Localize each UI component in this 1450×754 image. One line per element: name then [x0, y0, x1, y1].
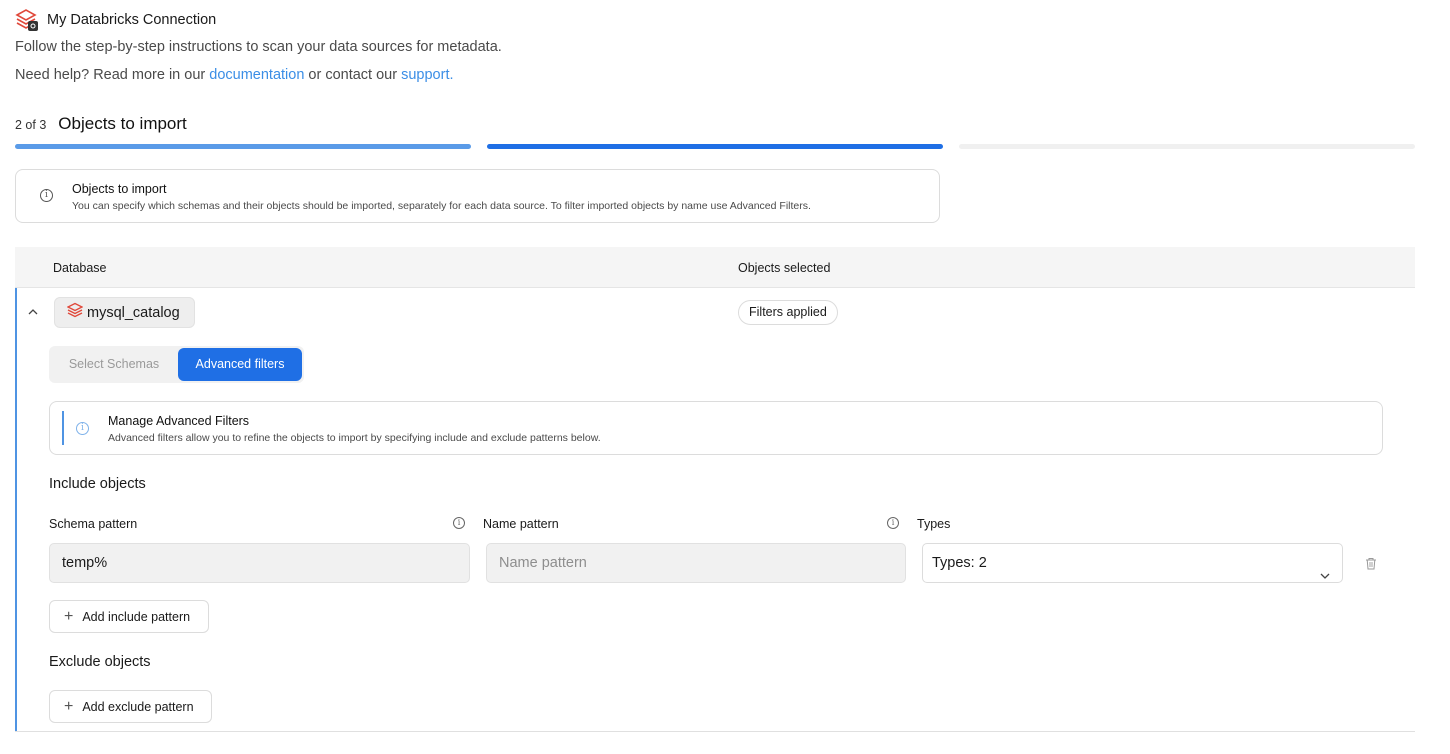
chevron-down-icon — [1320, 558, 1330, 579]
step-indicator: 2 of 3 Objects to import — [15, 114, 187, 134]
objects-info-box: i Objects to import You can specify whic… — [15, 169, 940, 223]
types-select-value: Types: 2 — [932, 555, 987, 571]
info-icon: i — [76, 422, 89, 435]
help-text: Need help? Read more in our documentatio… — [15, 67, 454, 83]
types-label: Types — [917, 517, 951, 531]
types-select[interactable]: Types: 2 — [922, 543, 1343, 583]
add-exclude-pattern-button[interactable]: + Add exclude pattern — [49, 690, 212, 723]
include-objects-title: Include objects — [49, 476, 146, 492]
exclude-objects-title: Exclude objects — [49, 654, 151, 670]
info-title: Objects to import — [72, 182, 167, 196]
info-icon[interactable]: i — [453, 517, 465, 529]
schema-pattern-input[interactable]: temp% — [49, 543, 470, 583]
name-pattern-input[interactable]: Name pattern — [486, 543, 906, 583]
add-include-label: Add include pattern — [82, 609, 191, 624]
row-accent-bar — [15, 288, 17, 732]
page-title: My Databricks Connection — [47, 12, 217, 28]
help-prefix: Need help? Read more in our — [15, 67, 210, 83]
manage-filters-info: i Manage Advanced Filters Advanced filte… — [49, 401, 1383, 455]
databricks-icon — [66, 302, 84, 323]
step-title: Objects to import — [58, 114, 187, 133]
filter-mode-tabs: Select Schemas Advanced filters — [49, 346, 304, 383]
add-exclude-label: Add exclude pattern — [82, 699, 194, 714]
info-icon: i — [40, 189, 53, 202]
name-pattern-label: Name pattern — [483, 517, 559, 531]
manage-description: Advanced filters allow you to refine the… — [108, 432, 601, 444]
page-header: My Databricks Connection — [15, 8, 216, 32]
schema-pattern-label: Schema pattern — [49, 517, 138, 531]
add-include-pattern-button[interactable]: + Add include pattern — [49, 600, 209, 633]
tab-select-schemas[interactable]: Select Schemas — [51, 348, 177, 381]
documentation-link[interactable]: documentation — [209, 67, 304, 83]
catalog-chip[interactable]: mysql_catalog — [54, 297, 195, 328]
manage-title: Manage Advanced Filters — [108, 414, 250, 428]
help-middle: or contact our — [304, 67, 402, 83]
manage-accent-bar — [62, 411, 64, 445]
step-count: 2 of 3 — [15, 118, 47, 132]
table-header: Database Objects selected — [15, 247, 1415, 288]
trash-icon[interactable] — [1365, 557, 1377, 570]
info-icon[interactable]: i — [887, 517, 899, 529]
support-link[interactable]: support. — [401, 67, 453, 83]
column-objects-selected: Objects selected — [738, 261, 831, 275]
status-badge: Filters applied — [738, 300, 838, 325]
plus-icon: + — [64, 607, 74, 625]
info-description: You can specify which schemas and their … — [72, 200, 811, 212]
page-subtitle: Follow the step-by-step instructions to … — [15, 39, 502, 55]
chevron-up-icon[interactable] — [27, 305, 39, 317]
plus-icon: + — [64, 697, 74, 715]
tab-advanced-filters[interactable]: Advanced filters — [178, 348, 302, 381]
progress-step-2 — [487, 144, 943, 149]
row-divider — [15, 731, 1415, 732]
column-database: Database — [53, 261, 107, 275]
catalog-name: mysql_catalog — [87, 304, 180, 321]
progress-step-1 — [15, 144, 471, 149]
databricks-logo-icon — [15, 8, 39, 32]
progress-step-3 — [959, 144, 1415, 149]
